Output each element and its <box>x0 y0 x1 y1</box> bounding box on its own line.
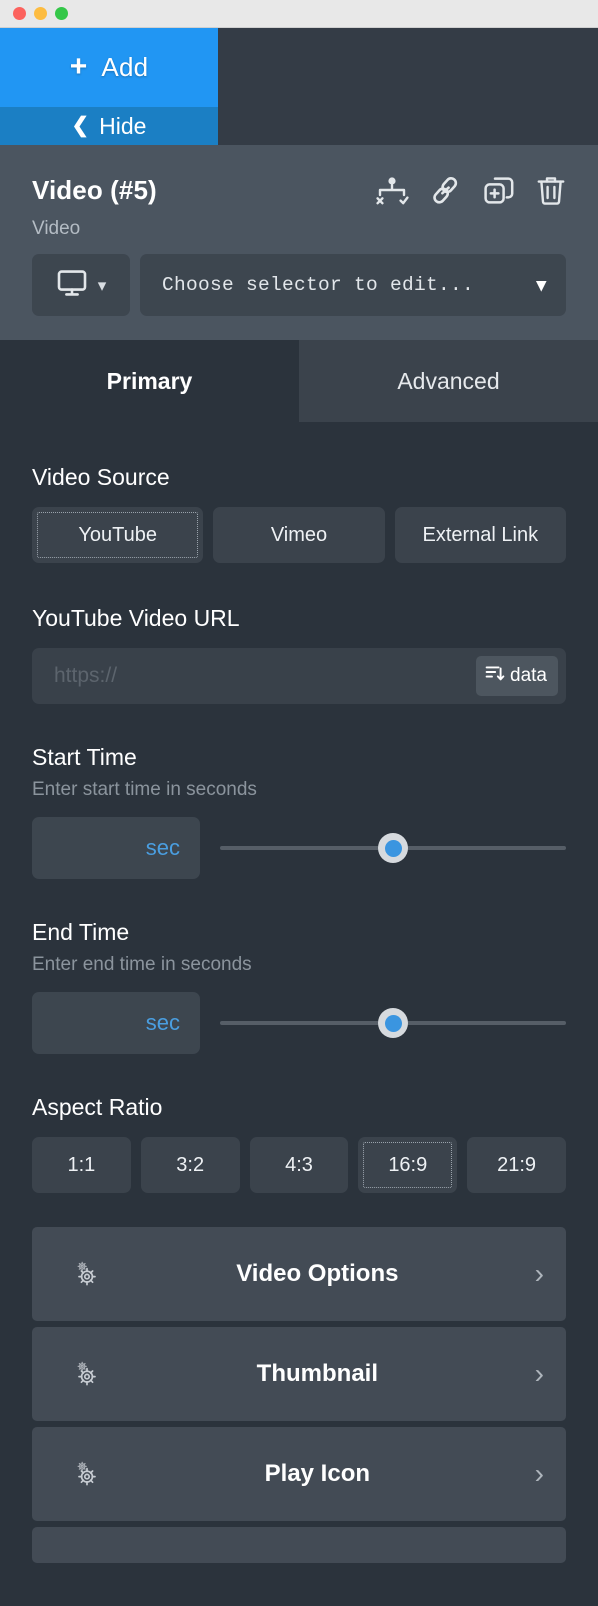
device-selector-button[interactable]: ▾ <box>32 254 130 316</box>
sort-descending-icon <box>485 664 505 689</box>
maximize-window-button[interactable] <box>55 7 68 20</box>
minimize-window-button[interactable] <box>34 7 47 20</box>
accordion-play-icon[interactable]: Play Icon › <box>32 1427 566 1521</box>
hide-button[interactable]: ❮ Hide <box>0 107 218 145</box>
add-button[interactable]: + Add <box>0 28 218 107</box>
aspect-ratio-options: 1:1 3:2 4:3 16:9 21:9 <box>32 1137 566 1193</box>
video-url-label: YouTube Video URL <box>32 605 240 631</box>
accordion-video-options-label: Video Options <box>236 1260 399 1287</box>
start-time-slider[interactable] <box>220 833 566 863</box>
end-time-controls <box>32 992 566 1054</box>
desktop-icon <box>56 268 90 303</box>
element-subtitle: Video <box>32 218 81 239</box>
start-time-section: Start Time Enter start time in seconds <box>0 704 598 879</box>
selector-row: ▾ Choose selector to edit... ▾ <box>32 254 566 316</box>
settings-tabs: Primary Advanced <box>0 340 598 422</box>
end-time-slider-thumb[interactable] <box>378 1008 408 1038</box>
accordion-play-icon-label: Play Icon <box>264 1460 371 1487</box>
end-time-section: End Time Enter end time in seconds <box>0 879 598 1054</box>
chevron-down-icon: ▾ <box>536 274 546 296</box>
video-url-field-wrapper: data <box>32 648 566 704</box>
end-time-hint: Enter end time in seconds <box>32 954 252 975</box>
video-url-input[interactable] <box>54 664 477 688</box>
trash-icon[interactable] <box>536 175 566 206</box>
window-titlebar <box>0 0 598 28</box>
aspect-ratio-option-16-9[interactable]: 16:9 <box>358 1137 458 1193</box>
start-time-controls <box>32 817 566 879</box>
start-time-label: Start Time <box>32 744 137 770</box>
plus-icon: + <box>69 49 88 83</box>
top-action-bar-left: + Add ❮ Hide <box>0 28 218 145</box>
video-source-section: Video Source YouTube Vimeo External Link <box>0 422 598 563</box>
accordion-next-partial[interactable] <box>32 1527 566 1563</box>
element-header-panel: Video (#5) Video ▾ Choose selector to ed… <box>0 145 598 340</box>
data-button[interactable]: data <box>476 656 558 696</box>
video-source-option-vimeo[interactable]: Vimeo <box>213 507 385 563</box>
close-window-button[interactable] <box>13 7 26 20</box>
video-source-options: YouTube Vimeo External Link <box>32 507 566 563</box>
video-url-section: YouTube Video URL data <box>0 563 598 704</box>
top-action-bar: + Add ❮ Hide <box>0 28 598 145</box>
video-source-option-youtube[interactable]: YouTube <box>32 507 204 563</box>
aspect-ratio-section: Aspect Ratio 1:1 3:2 4:3 16:9 21:9 <box>0 1054 598 1193</box>
start-time-input[interactable] <box>32 817 200 879</box>
aspect-ratio-label: Aspect Ratio <box>32 1094 163 1120</box>
chevron-right-icon: › <box>534 1458 544 1489</box>
chevron-left-icon: ❮ <box>71 113 90 137</box>
start-time-slider-thumb[interactable] <box>378 833 408 863</box>
tab-primary[interactable]: Primary <box>0 340 299 422</box>
tab-advanced[interactable]: Advanced <box>299 340 598 422</box>
aspect-ratio-option-3-2[interactable]: 3:2 <box>140 1137 240 1193</box>
selector-dropdown[interactable]: Choose selector to edit... ▾ <box>140 254 566 316</box>
link-icon[interactable] <box>430 176 462 206</box>
chevron-right-icon: › <box>534 1358 544 1389</box>
data-button-label: data <box>510 665 547 686</box>
accordion-thumbnail-label: Thumbnail <box>256 1360 378 1387</box>
aspect-ratio-option-4-3[interactable]: 4:3 <box>249 1137 349 1193</box>
video-source-label: Video Source <box>32 464 170 490</box>
aspect-ratio-option-21-9[interactable]: 21:9 <box>467 1137 566 1193</box>
end-time-slider[interactable] <box>220 1008 566 1038</box>
chevron-right-icon: › <box>534 1258 544 1289</box>
aspect-ratio-option-1-1[interactable]: 1:1 <box>32 1137 131 1193</box>
settings-body: Video Source YouTube Vimeo External Link… <box>0 422 598 1563</box>
end-time-label: End Time <box>32 919 130 945</box>
duplicate-icon[interactable] <box>483 176 515 206</box>
element-actions <box>375 175 566 206</box>
video-source-option-external-link[interactable]: External Link <box>394 507 566 563</box>
accordion-video-options[interactable]: Video Options › <box>32 1227 566 1321</box>
accordion-thumbnail[interactable]: Thumbnail › <box>32 1327 566 1421</box>
chevron-down-icon: ▾ <box>97 275 107 295</box>
element-title: Video (#5) <box>32 175 157 205</box>
accordion-list: Video Options › Thumbnail › Play Icon › <box>0 1227 598 1563</box>
add-button-label: Add <box>101 52 149 82</box>
hide-button-label: Hide <box>99 112 147 139</box>
conditions-icon[interactable] <box>375 176 409 206</box>
element-header-top-row: Video (#5) <box>32 175 566 206</box>
end-time-input[interactable] <box>32 992 200 1054</box>
selector-dropdown-value: Choose selector to edit... <box>162 274 475 296</box>
start-time-hint: Enter start time in seconds <box>32 779 257 800</box>
